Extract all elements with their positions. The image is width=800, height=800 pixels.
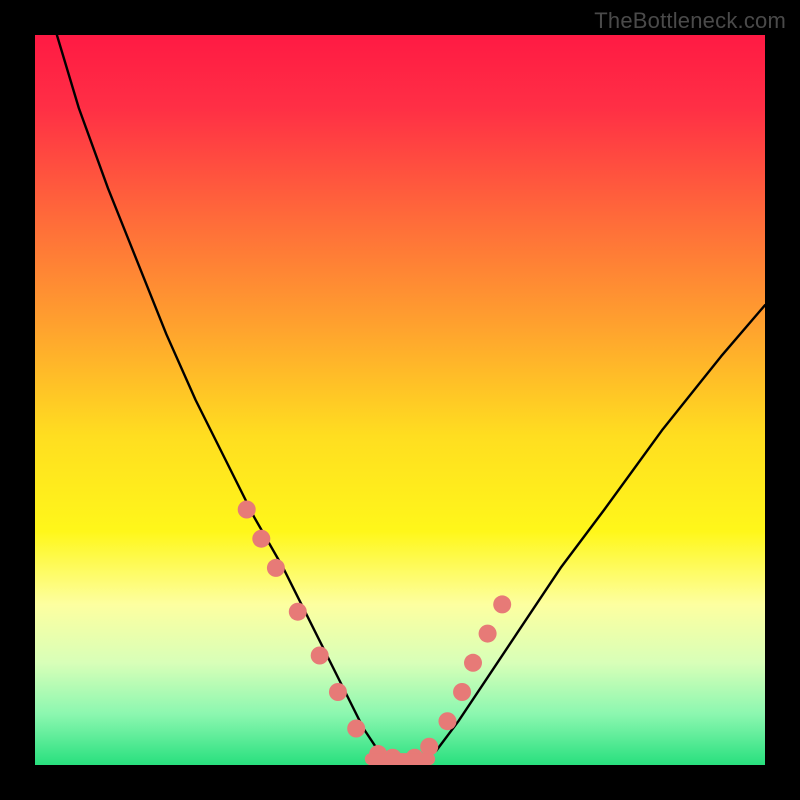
- chart-svg: [35, 35, 765, 765]
- curve-markers-point: [311, 647, 329, 665]
- chart-frame: TheBottleneck.com: [0, 0, 800, 800]
- curve-markers-point: [329, 683, 347, 701]
- curve-markers-point: [438, 712, 456, 730]
- curve-markers-point: [238, 501, 256, 519]
- curve-markers-point: [347, 720, 365, 738]
- curve-markers-point: [479, 625, 497, 643]
- curve-markers-point: [453, 683, 471, 701]
- curve-markers-point: [464, 654, 482, 672]
- curve-markers-point: [289, 603, 307, 621]
- watermark-text: TheBottleneck.com: [594, 8, 786, 34]
- curve-markers-point: [252, 530, 270, 548]
- curve-markers-point: [420, 738, 438, 756]
- curve-markers-point: [493, 595, 511, 613]
- plot-area: [35, 35, 765, 765]
- curve-markers-point: [267, 559, 285, 577]
- gradient-rect: [35, 35, 765, 765]
